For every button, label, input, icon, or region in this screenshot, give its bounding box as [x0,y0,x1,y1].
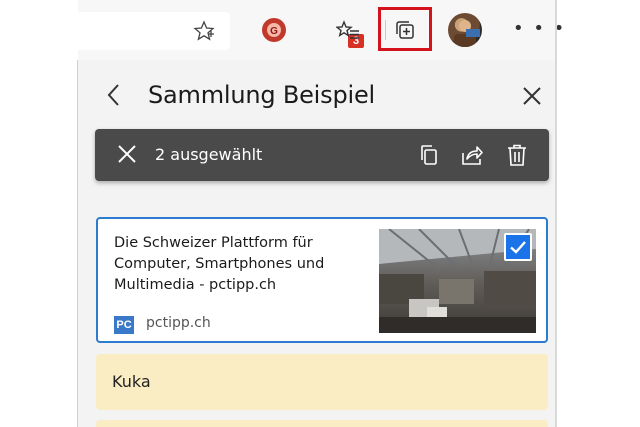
collection-item-page[interactable]: Die Schweizer Plattform für Computer, Sm… [96,217,548,343]
item-domain: pctipp.ch [146,315,211,331]
pane-header: Sammlung Beispiel [78,60,555,128]
browser-toolbar: G 3 [78,0,556,60]
checkmark-icon [510,241,526,254]
profile-avatar[interactable] [448,13,482,47]
selection-bar: 2 ausgewählt [95,129,549,181]
collection-item-note-partial[interactable] [96,420,548,427]
selected-checkbox[interactable] [504,233,532,261]
clear-selection-icon[interactable] [117,144,137,164]
favorites-list-icon[interactable] [330,12,366,48]
pctipp-favicon-icon: PC [114,316,134,334]
collection-item-note[interactable]: Kuka [96,354,548,410]
collections-pane: Sammlung Beispiel 2 ausgewählt Die Schwe… [78,60,555,427]
copy-icon[interactable] [418,143,442,167]
delete-icon[interactable] [505,143,529,167]
note-text: Kuka [112,372,151,391]
item-title: Die Schweizer Plattform für Computer, Sm… [114,235,325,293]
collection-title[interactable]: Sammlung Beispiel [148,81,375,109]
address-bar[interactable] [78,12,230,50]
collections-highlight-box [378,7,432,51]
more-icon[interactable]: • • • [513,20,566,38]
svg-text:G: G [270,26,278,37]
selection-count: 2 ausgewählt [155,145,263,164]
favorite-star-icon[interactable] [193,20,215,42]
share-icon[interactable] [460,143,484,167]
pane-right-border [555,0,557,427]
extension-icon[interactable]: G [254,12,294,48]
close-icon[interactable] [521,85,543,107]
back-icon[interactable] [104,82,124,108]
